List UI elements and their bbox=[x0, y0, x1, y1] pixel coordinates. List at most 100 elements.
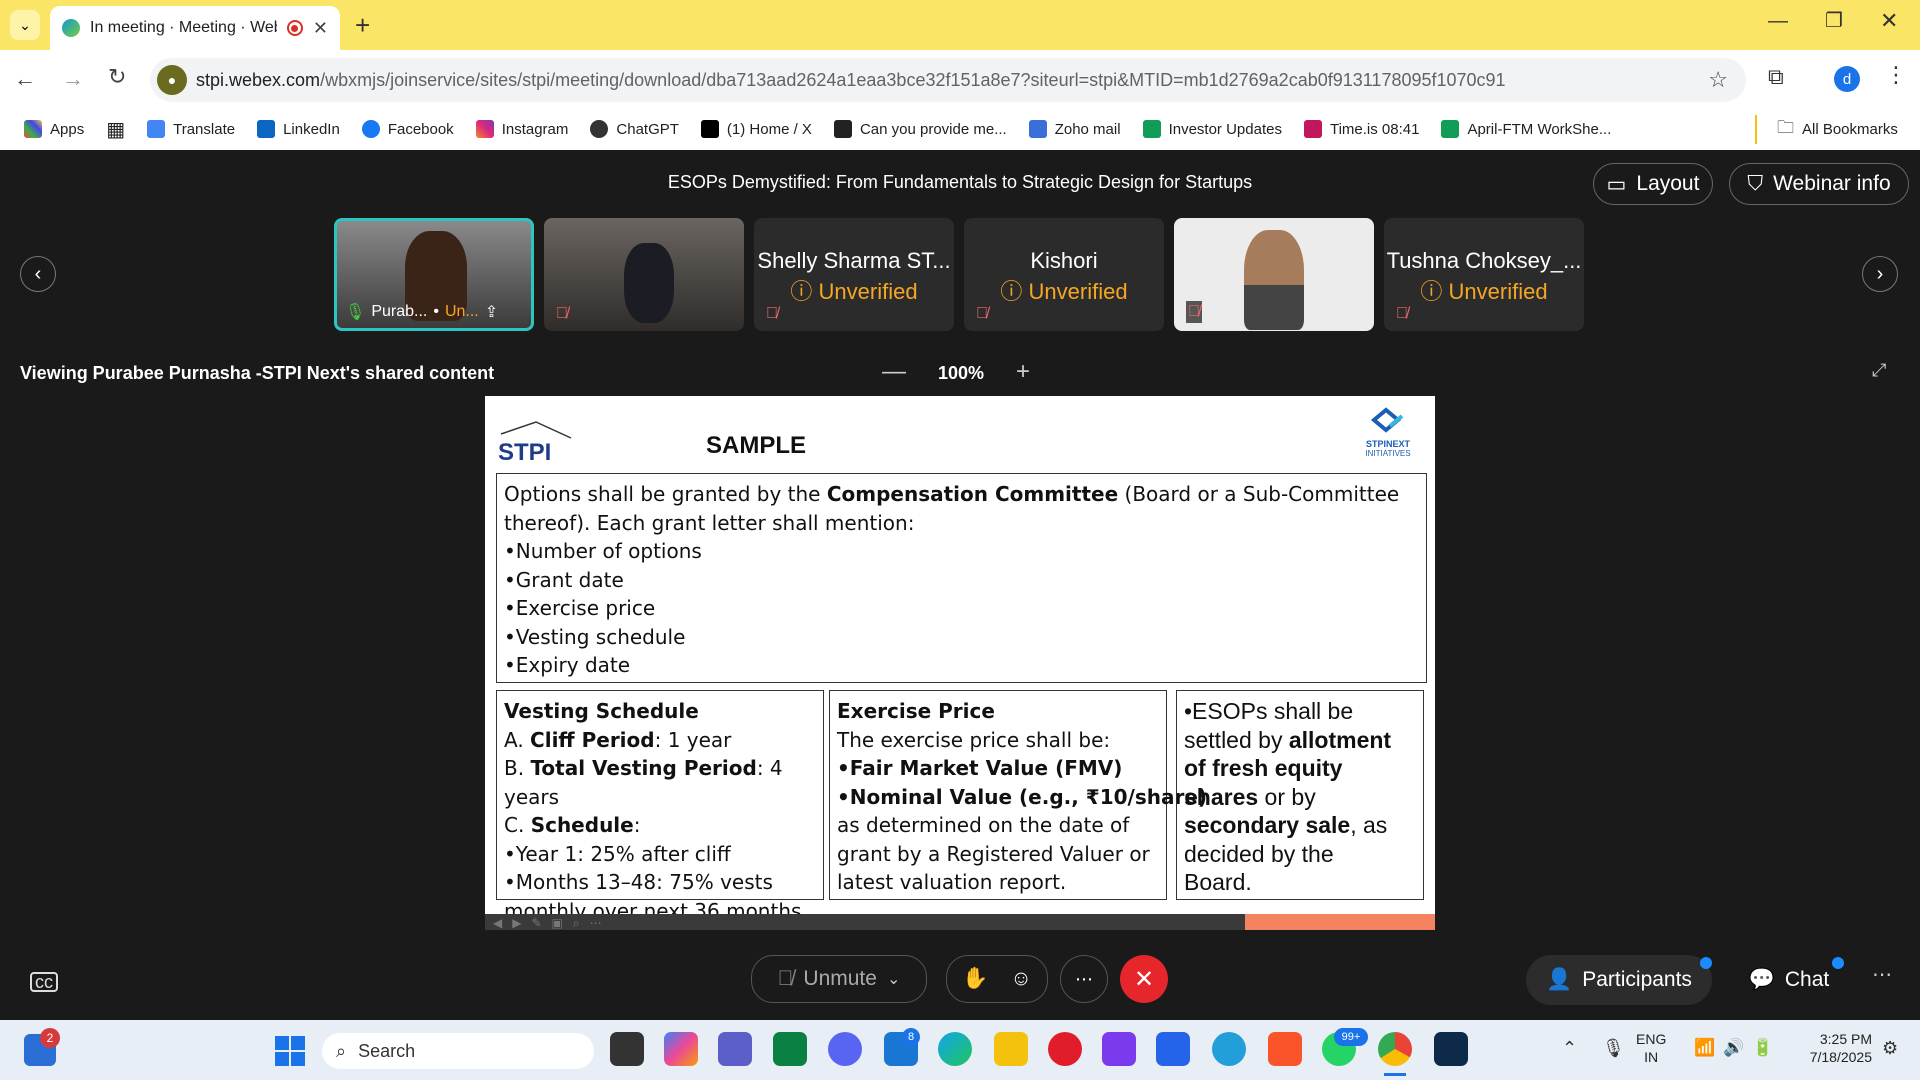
intro-line-2: thereof). Each grant letter shall mentio… bbox=[504, 510, 915, 535]
exercise-line: •Nominal Value (e.g., ₹10/share) bbox=[837, 784, 1208, 809]
closed-captions-icon[interactable]: cc bbox=[30, 972, 58, 992]
next-participants-button[interactable]: › bbox=[1862, 256, 1898, 292]
zoho-mail-icon bbox=[1028, 120, 1047, 138]
participant-tile[interactable]: Shelly Sharma ST... ⓘ Unverified 🎙̸ bbox=[754, 218, 954, 331]
list-item: •Grant date bbox=[504, 567, 624, 592]
vesting-schedule-box: Vesting Schedule A. Cliff Period: 1 year… bbox=[496, 690, 824, 923]
date: 7/18/2025 bbox=[1809, 1049, 1872, 1065]
bookmark-linkedin[interactable]: LinkedIn bbox=[257, 120, 340, 138]
zoom-in-button[interactable]: + bbox=[1016, 358, 1030, 386]
apps-grid-icon bbox=[24, 120, 42, 138]
extensions-icon[interactable]: ⧉ bbox=[1768, 64, 1784, 90]
tab-search-button[interactable]: ⌄ bbox=[10, 10, 40, 40]
active-tab[interactable]: In meeting · Meeting · Webex ✕ bbox=[50, 6, 340, 50]
list-item: •Number of options bbox=[504, 539, 702, 563]
participant-status: ⓘ Unverified bbox=[790, 279, 918, 304]
participant-tile[interactable]: 🎙̸ bbox=[544, 218, 744, 331]
system-tray-icons[interactable]: 📶🔊🔋 bbox=[1694, 1038, 1782, 1058]
stpinext-subtext: INITIATIVES bbox=[1365, 449, 1411, 458]
vesting-line-c: C. Schedule: bbox=[504, 813, 641, 837]
bookmark-instagram[interactable]: Instagram bbox=[475, 120, 568, 138]
chat-button[interactable]: 💬 Chat bbox=[1734, 955, 1844, 1005]
microphone-icon[interactable]: 🎙 bbox=[1602, 1038, 1625, 1059]
back-arrow-icon[interactable]: ← bbox=[14, 66, 36, 92]
store-icon[interactable] bbox=[1156, 1032, 1190, 1066]
prev-participants-button[interactable]: ‹ bbox=[20, 256, 56, 292]
participant-tile[interactable]: 🎙̸ bbox=[1174, 218, 1374, 331]
facebook-icon bbox=[361, 120, 380, 138]
fullscreen-icon[interactable]: ⤢ bbox=[1872, 360, 1886, 381]
time: 3:25 PM bbox=[1819, 1031, 1872, 1047]
bookmark-label: Investor Updates bbox=[1168, 120, 1282, 138]
language-indicator[interactable]: ENG IN bbox=[1636, 1030, 1666, 1066]
more-options-button[interactable]: ⋯ bbox=[1060, 955, 1108, 1003]
unmute-label: Unmute bbox=[803, 967, 877, 990]
forward-arrow-icon[interactable]: → bbox=[62, 66, 84, 92]
bookmark-translate[interactable]: Translate bbox=[147, 120, 235, 138]
bookmark-provide[interactable]: Can you provide me... bbox=[833, 120, 1007, 138]
all-bookmarks[interactable]: 🗀 All Bookmarks bbox=[1755, 115, 1898, 144]
restore-button[interactable]: ❐ bbox=[1825, 8, 1843, 33]
app-icon[interactable] bbox=[1102, 1032, 1136, 1066]
bookmark-x[interactable]: (1) Home / X bbox=[700, 120, 812, 138]
bookmark-grid[interactable]: ▦ bbox=[106, 117, 125, 142]
bookmark-star-icon[interactable]: ☆ bbox=[1708, 67, 1728, 93]
copilot-icon[interactable] bbox=[664, 1032, 698, 1066]
emoji-reaction-icon[interactable]: ☺ bbox=[1010, 967, 1031, 991]
more-icon[interactable]: ⋯ bbox=[1872, 962, 1892, 987]
bookmark-zoho[interactable]: Zoho mail bbox=[1028, 120, 1121, 138]
exercise-line: grant by a Registered Valuer or bbox=[837, 841, 1150, 866]
leave-meeting-button[interactable]: ✕ bbox=[1120, 955, 1168, 1003]
region-code: IN bbox=[1644, 1049, 1659, 1065]
list-item: •Exercise price bbox=[504, 596, 656, 620]
chat-app-icon[interactable] bbox=[773, 1032, 807, 1066]
notification-badge: 2 bbox=[40, 1028, 60, 1048]
layout-button[interactable]: ▭ Layout bbox=[1593, 163, 1713, 205]
chevron-up-icon[interactable]: ⌃ bbox=[1562, 1038, 1577, 1059]
profile-avatar[interactable]: d bbox=[1834, 66, 1860, 92]
close-window-button[interactable]: ✕ bbox=[1880, 8, 1898, 34]
chrome-icon[interactable] bbox=[1378, 1032, 1412, 1066]
discord-icon[interactable] bbox=[828, 1032, 862, 1066]
stpinext-logo: STPINEXT INITIATIVES bbox=[1348, 406, 1428, 458]
raise-hand-icon[interactable]: ✋ bbox=[962, 967, 988, 991]
minimize-button[interactable]: — bbox=[1768, 10, 1788, 33]
settle-line: •ESOPs shall be bbox=[1184, 698, 1354, 724]
webinar-info-button[interactable]: ⛉ Webinar info bbox=[1729, 163, 1909, 205]
settings-gear-icon[interactable]: ⚙ bbox=[1882, 1038, 1898, 1059]
new-tab-button[interactable]: + bbox=[355, 10, 370, 41]
participant-tile[interactable]: 🎙 Purab... • Un... ⇪ bbox=[334, 218, 534, 331]
slide-nav-icons[interactable]: ◀▶✎▣⌕⋯ bbox=[493, 916, 612, 930]
reload-icon[interactable]: ↻ bbox=[108, 64, 126, 90]
windows-start-icon[interactable] bbox=[275, 1036, 305, 1066]
zoom-out-button[interactable]: — bbox=[882, 358, 906, 386]
address-bar[interactable]: ● stpi.webex.com/wbxmjs/joinservice/site… bbox=[150, 58, 1746, 102]
participant-tile[interactable]: Kishori ⓘ Unverified 🎙̸ bbox=[964, 218, 1164, 331]
telegram-icon[interactable] bbox=[1212, 1032, 1246, 1066]
task-view-icon[interactable] bbox=[610, 1032, 644, 1066]
bookmark-investor[interactable]: Investor Updates bbox=[1142, 120, 1282, 138]
bookmark-chatgpt[interactable]: ChatGPT bbox=[590, 120, 679, 138]
bookmark-timeis[interactable]: Time.is 08:41 bbox=[1303, 120, 1419, 138]
bookmark-facebook[interactable]: Facebook bbox=[361, 120, 454, 138]
search-icon: ⌕ bbox=[336, 1040, 347, 1061]
bookmark-apps[interactable]: Apps bbox=[24, 120, 84, 138]
tl-app-icon[interactable] bbox=[1434, 1032, 1468, 1066]
recording-icon bbox=[286, 20, 303, 36]
brave-icon[interactable] bbox=[1268, 1032, 1302, 1066]
taskbar-search[interactable]: ⌕ Search bbox=[322, 1033, 594, 1069]
unmute-button[interactable]: 🎙̸ Unmute ⌄ bbox=[751, 955, 927, 1003]
edge-icon[interactable] bbox=[938, 1032, 972, 1066]
sheets-icon bbox=[1142, 120, 1161, 138]
teams-icon[interactable] bbox=[718, 1032, 752, 1066]
site-info-icon[interactable]: ● bbox=[157, 65, 187, 95]
participant-tile[interactable]: Tushna Choksey_... ⓘ Unverified 🎙̸ bbox=[1384, 218, 1584, 331]
participant-video bbox=[624, 243, 674, 323]
participants-button[interactable]: 👤 Participants bbox=[1526, 955, 1712, 1005]
close-tab-icon[interactable]: ✕ bbox=[313, 18, 328, 39]
opera-icon[interactable] bbox=[1048, 1032, 1082, 1066]
clock[interactable]: 3:25 PM 7/18/2025 bbox=[1792, 1030, 1872, 1066]
bookmark-april[interactable]: April-FTM WorkShe... bbox=[1441, 120, 1611, 138]
file-explorer-icon[interactable] bbox=[994, 1032, 1028, 1066]
chrome-menu-icon[interactable]: ⋮ bbox=[1885, 62, 1907, 88]
